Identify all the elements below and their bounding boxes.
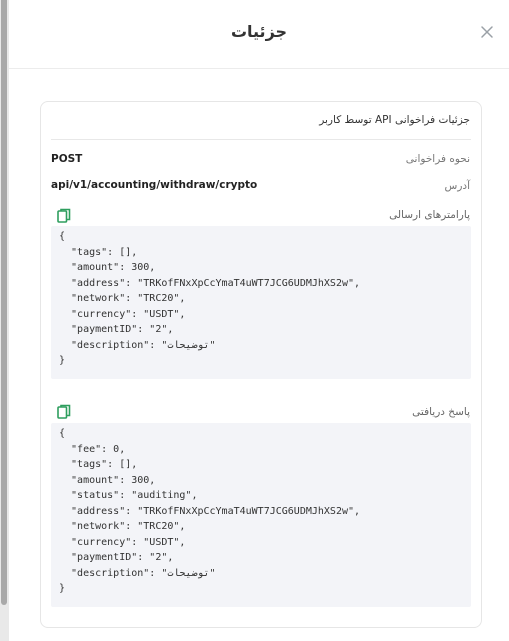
copy-icon <box>57 208 71 223</box>
close-icon <box>481 26 493 38</box>
card-divider <box>51 139 471 140</box>
details-modal: جزئیات جزئیات فراخوانی API توسط کاربر نح… <box>9 0 509 641</box>
response-body-box: { "fee": 0, "tags": [], "amount": 300, "… <box>51 423 471 607</box>
method-value: POST <box>51 153 83 165</box>
card-title: جزئیات فراخوانی API توسط کاربر <box>319 114 470 126</box>
method-label: نحوه فراخوانی <box>405 153 470 165</box>
copy-icon <box>57 404 71 419</box>
response-label: پاسخ دریافتی <box>412 406 470 418</box>
scrollbar-thumb[interactable] <box>1 0 7 605</box>
page-scrollbar[interactable] <box>0 0 9 641</box>
close-button[interactable] <box>479 24 495 40</box>
modal-header: جزئیات <box>9 0 509 69</box>
response-body: { "fee": 0, "tags": [], "amount": 300, "… <box>59 428 361 594</box>
modal-title: جزئیات <box>230 22 288 41</box>
address-value: api/v1/accounting/withdraw/crypto <box>51 179 258 191</box>
copy-request-button[interactable] <box>57 208 71 224</box>
request-body: { "tags": [], "amount": 300, "address": … <box>59 231 361 366</box>
api-call-details-card: جزئیات فراخوانی API توسط کاربر نحوه فراخ… <box>40 101 482 628</box>
address-label: آدرس <box>444 180 470 192</box>
request-params-label: پارامترهای ارسالی <box>389 209 470 221</box>
request-body-box: { "tags": [], "amount": 300, "address": … <box>51 226 471 379</box>
copy-response-button[interactable] <box>57 404 71 420</box>
